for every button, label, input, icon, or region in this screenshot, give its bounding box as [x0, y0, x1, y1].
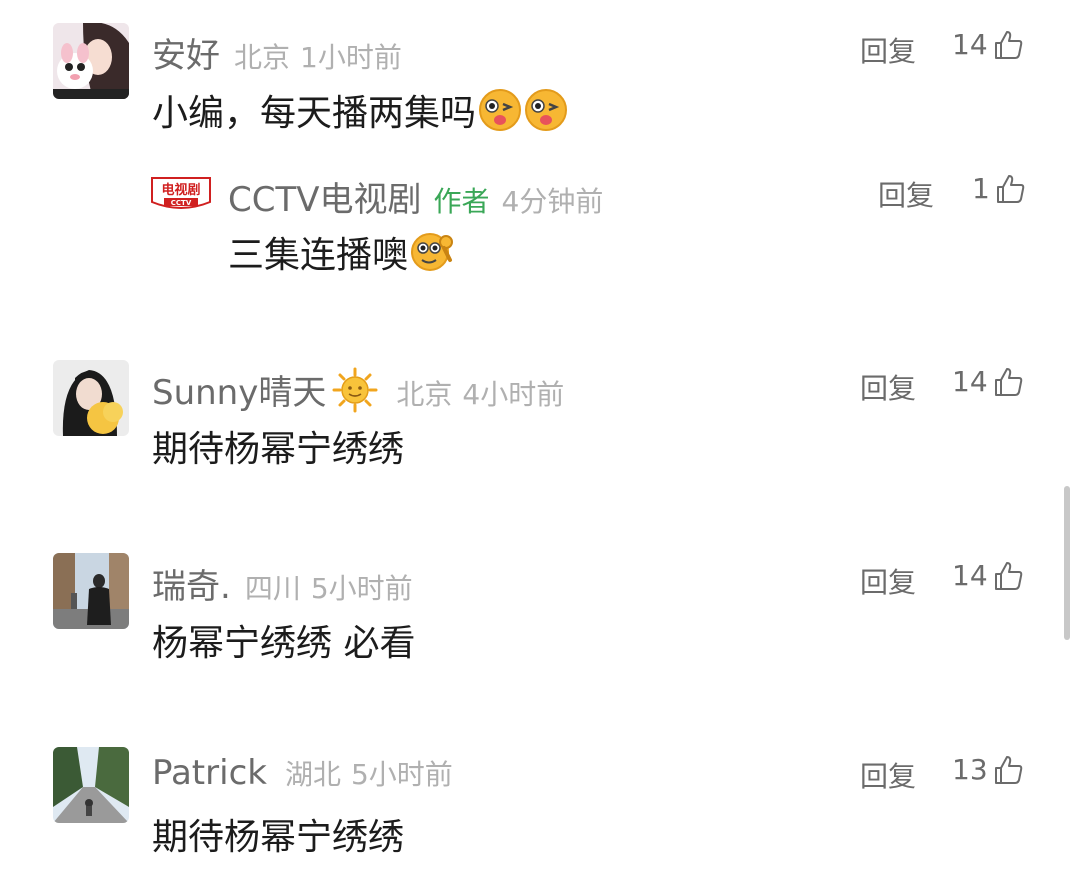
- scrollbar[interactable]: [1064, 486, 1070, 640]
- comment-text-row: 期待杨幂宁绣绣: [152, 808, 404, 860]
- like-button[interactable]: 14: [952, 559, 1024, 592]
- username[interactable]: 瑞奇.: [152, 559, 231, 608]
- reply-button[interactable]: 回复: [860, 367, 916, 407]
- thumbs-up-icon: [992, 560, 1024, 592]
- comment-text: 小编，每天播两集吗: [152, 93, 477, 134]
- like-button[interactable]: 13: [952, 753, 1024, 786]
- comment-header: Sunny晴天 北京 4小时前: [152, 365, 564, 414]
- location: 北京: [234, 41, 291, 74]
- like-count: 14: [952, 559, 988, 592]
- reply-header: CCTV电视剧 作者 4分钟前: [228, 172, 603, 221]
- like-button[interactable]: 14: [952, 365, 1024, 398]
- timestamp: 5小时前: [310, 572, 413, 605]
- location: 北京: [396, 378, 453, 411]
- reply-button[interactable]: 回复: [860, 30, 916, 70]
- comment-header: 安好 北京 1小时前: [152, 28, 402, 77]
- like-count: 14: [952, 28, 988, 61]
- username[interactable]: Sunny晴天: [152, 365, 326, 414]
- location: 湖北: [284, 758, 341, 791]
- reply-button[interactable]: 回复: [860, 561, 916, 601]
- reply-button[interactable]: 回复: [860, 755, 916, 795]
- like-count: 13: [952, 753, 988, 786]
- like-count: 1: [972, 172, 990, 205]
- thumbs-up-icon: [992, 366, 1024, 398]
- avatar[interactable]: [53, 360, 129, 436]
- comment-text-row: 杨幂宁绣绣 必看: [152, 614, 415, 666]
- username[interactable]: 安好: [152, 28, 220, 77]
- thumbs-up-icon: [992, 754, 1024, 786]
- like-button[interactable]: 1: [972, 172, 1026, 205]
- reply-text: 三集连播噢: [228, 235, 409, 276]
- comment-text-row: 小编，每天播两集吗: [152, 84, 568, 136]
- logo-text-bottom: CCTV: [171, 199, 192, 207]
- timestamp: 4小时前: [462, 378, 565, 411]
- wink-tongue-emoji: [524, 88, 568, 132]
- reply-text-row: 三集连播噢: [228, 226, 454, 278]
- like-button[interactable]: 14: [952, 28, 1024, 61]
- avatar[interactable]: [53, 553, 129, 629]
- comment-text: 期待杨幂宁绣绣: [152, 817, 405, 858]
- logo-text-top: 电视剧: [161, 182, 200, 198]
- wink-tongue-emoji: [478, 88, 522, 132]
- comment-text: 期待杨幂宁绣绣: [152, 429, 405, 470]
- comment-header: Patrick 湖北 5小时前: [152, 753, 453, 793]
- username[interactable]: Patrick: [152, 753, 267, 793]
- username[interactable]: CCTV电视剧: [228, 172, 422, 221]
- author-badge: 作者: [433, 185, 490, 218]
- like-count: 14: [952, 365, 988, 398]
- avatar[interactable]: [53, 23, 129, 99]
- timestamp: 5小时前: [350, 758, 453, 791]
- timestamp: 1小时前: [300, 41, 402, 74]
- comment-text: 杨幂宁绣绣 必看: [152, 623, 416, 664]
- comment-text-row: 期待杨幂宁绣绣: [152, 420, 404, 472]
- avatar[interactable]: 电视剧 CCTV: [150, 176, 212, 216]
- comment-header: 瑞奇. 四川 5小时前: [152, 559, 413, 608]
- timestamp: 4分钟前: [501, 185, 604, 218]
- location: 四川: [244, 572, 301, 605]
- ok-hand-face-emoji: [410, 230, 454, 274]
- avatar[interactable]: [53, 747, 129, 823]
- thumbs-up-icon: [994, 173, 1026, 205]
- thumbs-up-icon: [992, 29, 1024, 61]
- reply-button[interactable]: 回复: [878, 174, 934, 214]
- sun-emoji: [332, 367, 378, 413]
